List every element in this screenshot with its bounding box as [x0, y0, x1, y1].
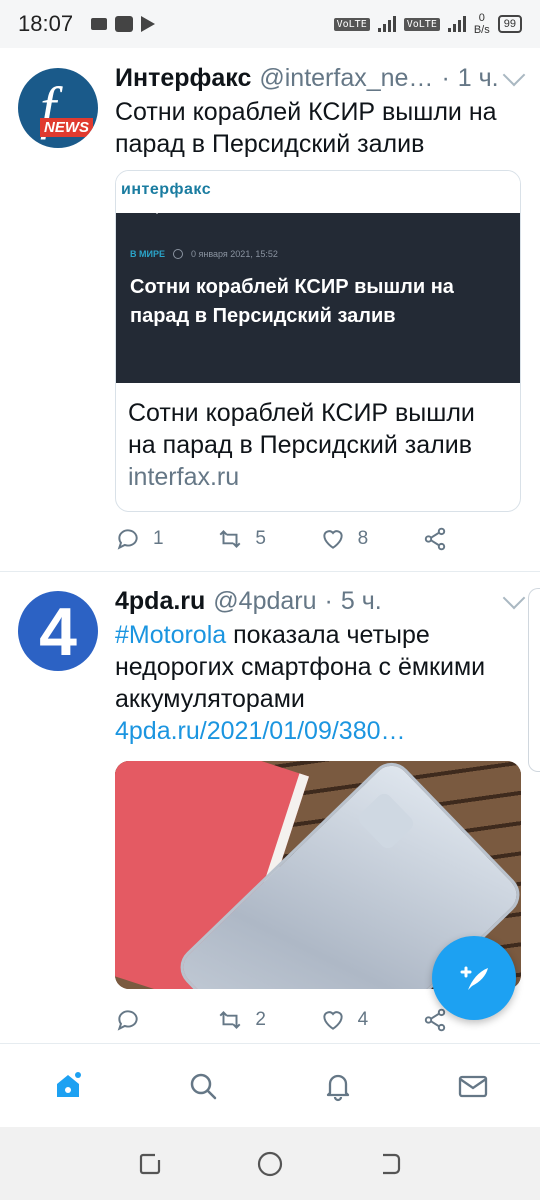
tweet-time: 5 ч.: [340, 587, 382, 615]
signal-icon: [377, 16, 396, 32]
battery-icon: 99: [497, 15, 522, 33]
card-body: Сотни кораблей КСИР вышли на парад в Пер…: [116, 383, 520, 492]
card-domain: interfax.ru: [128, 463, 240, 491]
card-image-headline: Сотни кораблей КСИР вышли на парад в Пер…: [130, 276, 454, 327]
home-icon: [56, 1071, 81, 1097]
retweet-count: 5: [255, 528, 266, 549]
hashtag-link[interactable]: #Motorola: [115, 621, 226, 649]
author-handle[interactable]: @interfax_ne…: [259, 64, 433, 93]
share-icon: [424, 1008, 446, 1032]
author-name[interactable]: 4pda.ru: [115, 587, 205, 616]
home-button[interactable]: [250, 1144, 290, 1184]
share-icon: [424, 527, 446, 551]
status-system-icons: VoLTE VoLTE 0 B/s 99: [333, 12, 522, 36]
avatar[interactable]: 4: [18, 591, 98, 671]
card-logo: интерфакс: [121, 181, 212, 198]
status-time: 18:07: [18, 11, 74, 36]
back-button[interactable]: [370, 1144, 410, 1184]
retweet-icon: [219, 1011, 241, 1029]
tweet-actions: 2 4: [115, 1007, 460, 1033]
card-meta: В МИРЕ 0 января 2021, 15:52: [130, 249, 504, 259]
search-icon: [190, 1073, 216, 1099]
status-bar: 18:07 VoLTE VoLTE 0 B/s 99: [0, 0, 540, 48]
reply-icon: [117, 1010, 138, 1031]
recent-apps-button[interactable]: [130, 1144, 170, 1184]
nav-notifications[interactable]: [308, 1056, 368, 1116]
home-circle-icon: [257, 1151, 283, 1176]
bottom-navigation: [0, 1043, 540, 1127]
game-icon: [115, 16, 134, 32]
network-speed: 0 B/s: [473, 12, 490, 36]
heart-icon: [323, 1011, 343, 1030]
avatar-logo-badge: NEWS: [40, 118, 93, 137]
heart-icon: [323, 530, 343, 549]
like-button[interactable]: 8: [320, 526, 422, 552]
chevron-down-icon[interactable]: [502, 63, 526, 86]
like-count: 8: [357, 528, 369, 549]
retweet-icon: [219, 530, 241, 548]
nav-messages[interactable]: [443, 1056, 503, 1116]
volte-icon-2: VoLTE: [403, 17, 440, 31]
author-name[interactable]: Интерфакс: [115, 64, 251, 93]
retweet-count: 2: [255, 1009, 266, 1030]
reply-button[interactable]: [115, 1007, 217, 1033]
card-header: интерфакс: [116, 171, 520, 214]
like-count: 4: [357, 1009, 369, 1030]
card-rubric: В МИРЕ: [130, 249, 165, 259]
compose-tweet-button[interactable]: [432, 936, 516, 1020]
tweet[interactable]: f NEWS Интерфакс @interfax_ne… · 1 ч. Со…: [0, 48, 540, 572]
scrollbar[interactable]: [528, 588, 540, 772]
reply-button[interactable]: 1: [115, 526, 217, 552]
avatar-logo-digit: 4: [39, 594, 77, 670]
separator: ·: [324, 587, 333, 615]
reply-count: 1: [153, 528, 164, 549]
recent-apps-icon: [139, 1153, 161, 1174]
tweet-text: #Motorola показала четыре недорогих смар…: [115, 619, 522, 747]
reply-icon: [117, 529, 138, 550]
compose-feather-icon: [460, 966, 488, 990]
nav-search[interactable]: [173, 1056, 233, 1116]
chevron-down-icon[interactable]: [502, 586, 526, 609]
play-store-icon: [141, 16, 156, 32]
retweet-button[interactable]: 5: [217, 526, 319, 552]
tweet-time: 1 ч.: [457, 64, 499, 92]
share-button[interactable]: [422, 526, 460, 552]
separator: ·: [441, 64, 450, 92]
card-notch: [148, 205, 166, 214]
author-handle[interactable]: @4pdaru: [213, 587, 316, 616]
retweet-button[interactable]: 2: [217, 1007, 319, 1033]
tweet-header: Интерфакс @interfax_ne… · 1 ч.: [115, 63, 526, 93]
volte-icon: VoLTE: [333, 17, 370, 31]
notifications-icon: [326, 1074, 349, 1101]
system-navigation: [0, 1127, 540, 1200]
signal-icon-2: [447, 16, 466, 32]
messages-icon: [458, 1075, 487, 1097]
back-icon: [383, 1153, 401, 1174]
tweet-header: 4pda.ru @4pdaru · 5 ч.: [115, 586, 526, 616]
message-icon: [91, 18, 108, 30]
tweet-text: Сотни кораблей КСИР вышли на парад в Пер…: [115, 98, 497, 158]
card-title: Сотни кораблей КСИР вышли на парад в Пер…: [128, 399, 475, 459]
card-date: 0 января 2021, 15:52: [190, 249, 278, 259]
like-button[interactable]: 4: [320, 1007, 422, 1033]
status-notification-icons: [91, 16, 156, 32]
tweet-link[interactable]: 4pda.ru/2021/01/09/380…: [115, 717, 406, 745]
clock-icon: [172, 249, 183, 259]
avatar[interactable]: f NEWS: [18, 68, 98, 148]
nav-home[interactable]: [38, 1056, 98, 1116]
link-card[interactable]: интерфакс В МИРЕ 0 января 2021, 15:52 Со…: [115, 170, 521, 512]
card-image: В МИРЕ 0 января 2021, 15:52 Сотни корабл…: [116, 213, 520, 383]
tweet-actions: 1 5 8: [115, 526, 460, 552]
